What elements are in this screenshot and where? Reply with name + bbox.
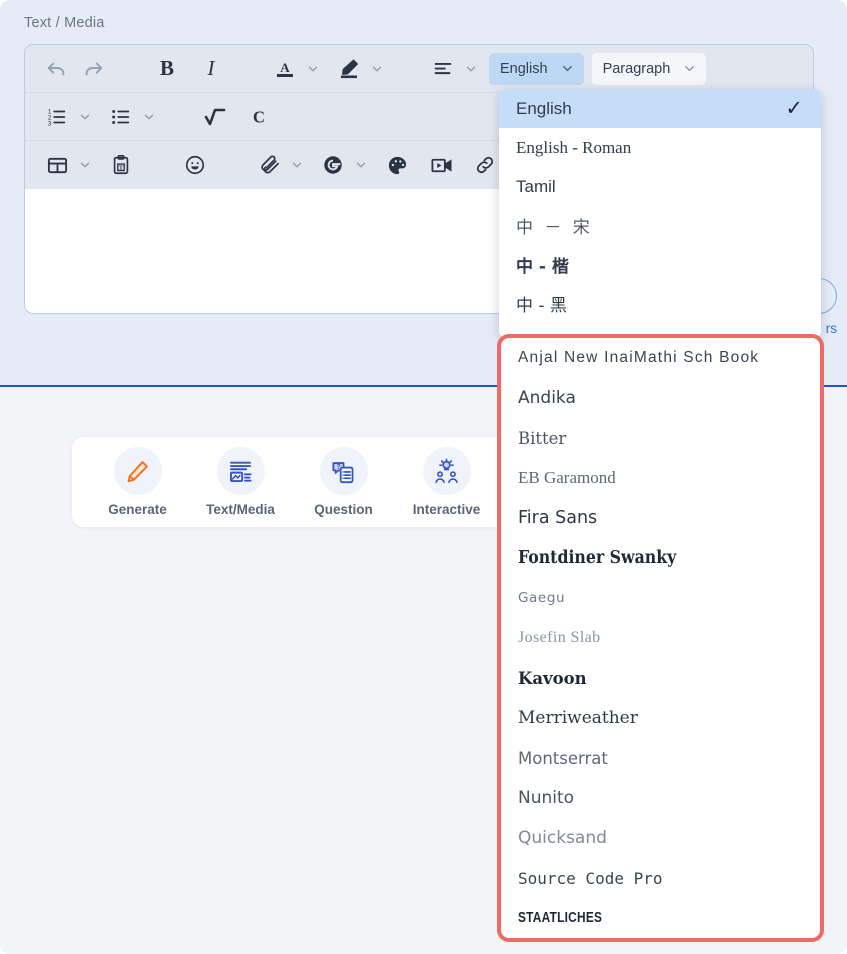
font-option-quicksand[interactable]: Quicksand bbox=[501, 818, 820, 858]
language-option-zh-kai[interactable]: 中 - 楷 bbox=[499, 245, 821, 284]
font-option-label: Source Code Pro bbox=[518, 868, 663, 888]
font-color-caret-icon[interactable] bbox=[303, 51, 323, 87]
language-option-zh-hei[interactable]: 中 - 黑 bbox=[499, 284, 821, 323]
undo-icon[interactable] bbox=[39, 51, 75, 87]
block-format-value: Paragraph bbox=[602, 60, 671, 77]
text-media-icon bbox=[216, 447, 265, 495]
paste-text-icon[interactable]: T bbox=[103, 147, 139, 183]
block-option-question[interactable]: ? Question bbox=[292, 447, 395, 517]
font-option-montserrat[interactable]: Montserrat bbox=[501, 738, 820, 778]
block-format-select[interactable]: Paragraph bbox=[591, 52, 707, 85]
font-option-label: Montserrat bbox=[518, 748, 608, 768]
block-option-label: Generate bbox=[108, 502, 167, 517]
svg-text:C: C bbox=[253, 107, 265, 126]
font-option-label: Anjal New InaiMathi Sch Book bbox=[518, 349, 760, 366]
font-option-bitter[interactable]: Bitter bbox=[501, 418, 820, 458]
bullet-list-icon[interactable] bbox=[103, 99, 139, 135]
page-title: Text / Media bbox=[24, 15, 105, 31]
link-icon[interactable] bbox=[467, 147, 503, 183]
font-option-kavoon[interactable]: Kavoon bbox=[501, 658, 820, 698]
chevron-down-icon bbox=[560, 61, 575, 76]
video-icon[interactable] bbox=[423, 147, 459, 183]
pencil-icon bbox=[113, 447, 162, 495]
italic-button[interactable]: I bbox=[193, 51, 229, 87]
font-option-label: Quicksand bbox=[518, 828, 607, 848]
check-icon: ✓ bbox=[785, 97, 803, 120]
font-option-staatliches[interactable]: STAATLICHES bbox=[501, 898, 820, 938]
emoji-icon[interactable] bbox=[177, 147, 213, 183]
ordered-list-icon[interactable]: 123 bbox=[39, 99, 75, 135]
font-option-label: Bitter bbox=[518, 428, 567, 448]
highlight-caret-icon[interactable] bbox=[367, 51, 387, 87]
redo-icon[interactable] bbox=[75, 51, 111, 87]
highlight-icon[interactable] bbox=[331, 51, 367, 87]
font-family-dropdown-menu: Anjal New InaiMathi Sch Book Andika Bitt… bbox=[497, 334, 824, 942]
font-option-merriweather[interactable]: Merriweather bbox=[501, 698, 820, 738]
font-option-andika[interactable]: Andika bbox=[501, 378, 820, 418]
language-option-label: English - Roman bbox=[516, 137, 632, 157]
font-option-label: EB Garamond bbox=[518, 468, 616, 487]
language-dropdown-menu: English ✓ English - Roman Tamil 中 － 宋 中 … bbox=[499, 89, 821, 338]
side-fragment-label: rs bbox=[825, 321, 837, 336]
ordered-list-caret-icon[interactable] bbox=[75, 99, 95, 135]
google-caret-icon[interactable] bbox=[351, 147, 371, 183]
font-option-label: Fontdiner Swanky bbox=[518, 548, 677, 568]
toolbar-row-1: B I A English Paragraph bbox=[25, 45, 813, 93]
font-option-label: Merriweather bbox=[518, 708, 638, 728]
font-option-nunito[interactable]: Nunito bbox=[501, 778, 820, 818]
drawing-palette-icon[interactable] bbox=[379, 147, 415, 183]
font-option-eb-garamond[interactable]: EB Garamond bbox=[501, 458, 820, 498]
block-option-generate[interactable]: Generate bbox=[86, 447, 189, 517]
font-option-source-code-pro[interactable]: Source Code Pro bbox=[501, 858, 820, 898]
bullet-list-caret-icon[interactable] bbox=[139, 99, 159, 135]
block-option-label: Interactive bbox=[412, 502, 481, 517]
google-drive-icon[interactable] bbox=[315, 147, 351, 183]
language-select-value: English bbox=[500, 60, 548, 77]
font-option-josefin-slab[interactable]: Josefin Slab bbox=[501, 618, 820, 658]
align-left-icon[interactable] bbox=[425, 51, 461, 87]
language-select[interactable]: English bbox=[489, 52, 584, 85]
block-option-label: Question bbox=[314, 502, 373, 517]
language-option-tamil[interactable]: Tamil bbox=[499, 167, 821, 206]
chemistry-icon[interactable]: C bbox=[241, 99, 277, 135]
chevron-down-icon bbox=[682, 61, 697, 76]
font-option-label: STAATLICHES bbox=[518, 910, 603, 926]
block-option-label: Text/Media bbox=[206, 502, 275, 517]
language-option-label: Tamil bbox=[516, 176, 556, 196]
language-option-english-roman[interactable]: English - Roman bbox=[499, 128, 821, 167]
font-color-icon[interactable]: A bbox=[267, 51, 303, 87]
language-option-label: 中 - 黑 bbox=[516, 296, 567, 316]
font-option-label: Nunito bbox=[518, 788, 575, 808]
language-option-label: English bbox=[516, 98, 572, 118]
svg-text:T: T bbox=[119, 166, 123, 172]
interactive-icon bbox=[422, 447, 471, 495]
font-option-anjal-new-inaimathi[interactable]: Anjal New InaiMathi Sch Book bbox=[501, 338, 820, 378]
font-option-gaegu[interactable]: Gaegu bbox=[501, 578, 820, 618]
language-option-english[interactable]: English ✓ bbox=[499, 89, 821, 128]
font-option-fontdiner-swanky[interactable]: Fontdiner Swanky bbox=[501, 538, 820, 578]
font-option-fira-sans[interactable]: Fira Sans bbox=[501, 498, 820, 538]
language-option-label: 中 － 宋 bbox=[516, 218, 593, 238]
table-icon[interactable] bbox=[39, 147, 75, 183]
language-option-label: 中 - 楷 bbox=[516, 257, 569, 277]
svg-text:A: A bbox=[280, 60, 290, 75]
block-option-text-media[interactable]: Text/Media bbox=[189, 447, 292, 517]
attachment-icon[interactable] bbox=[251, 147, 287, 183]
svg-text:3: 3 bbox=[48, 120, 52, 127]
block-option-interactive[interactable]: Interactive bbox=[395, 447, 498, 517]
bold-button[interactable]: B bbox=[149, 51, 185, 87]
attachment-caret-icon[interactable] bbox=[287, 147, 307, 183]
app-window: Text / Media B I A English Paragraph 1 2… bbox=[0, 0, 847, 954]
font-option-label: Andika bbox=[518, 388, 576, 408]
font-option-label: Fira Sans bbox=[518, 508, 598, 528]
question-icon: ? bbox=[319, 447, 368, 495]
language-option-zh-song[interactable]: 中 － 宋 bbox=[499, 206, 821, 245]
font-option-label: Kavoon bbox=[518, 668, 587, 688]
font-option-label: Gaegu bbox=[518, 590, 566, 606]
align-caret-icon[interactable] bbox=[461, 51, 481, 87]
table-caret-icon[interactable] bbox=[75, 147, 95, 183]
font-option-label: Josefin Slab bbox=[518, 629, 601, 646]
math-formula-icon[interactable] bbox=[197, 99, 233, 135]
